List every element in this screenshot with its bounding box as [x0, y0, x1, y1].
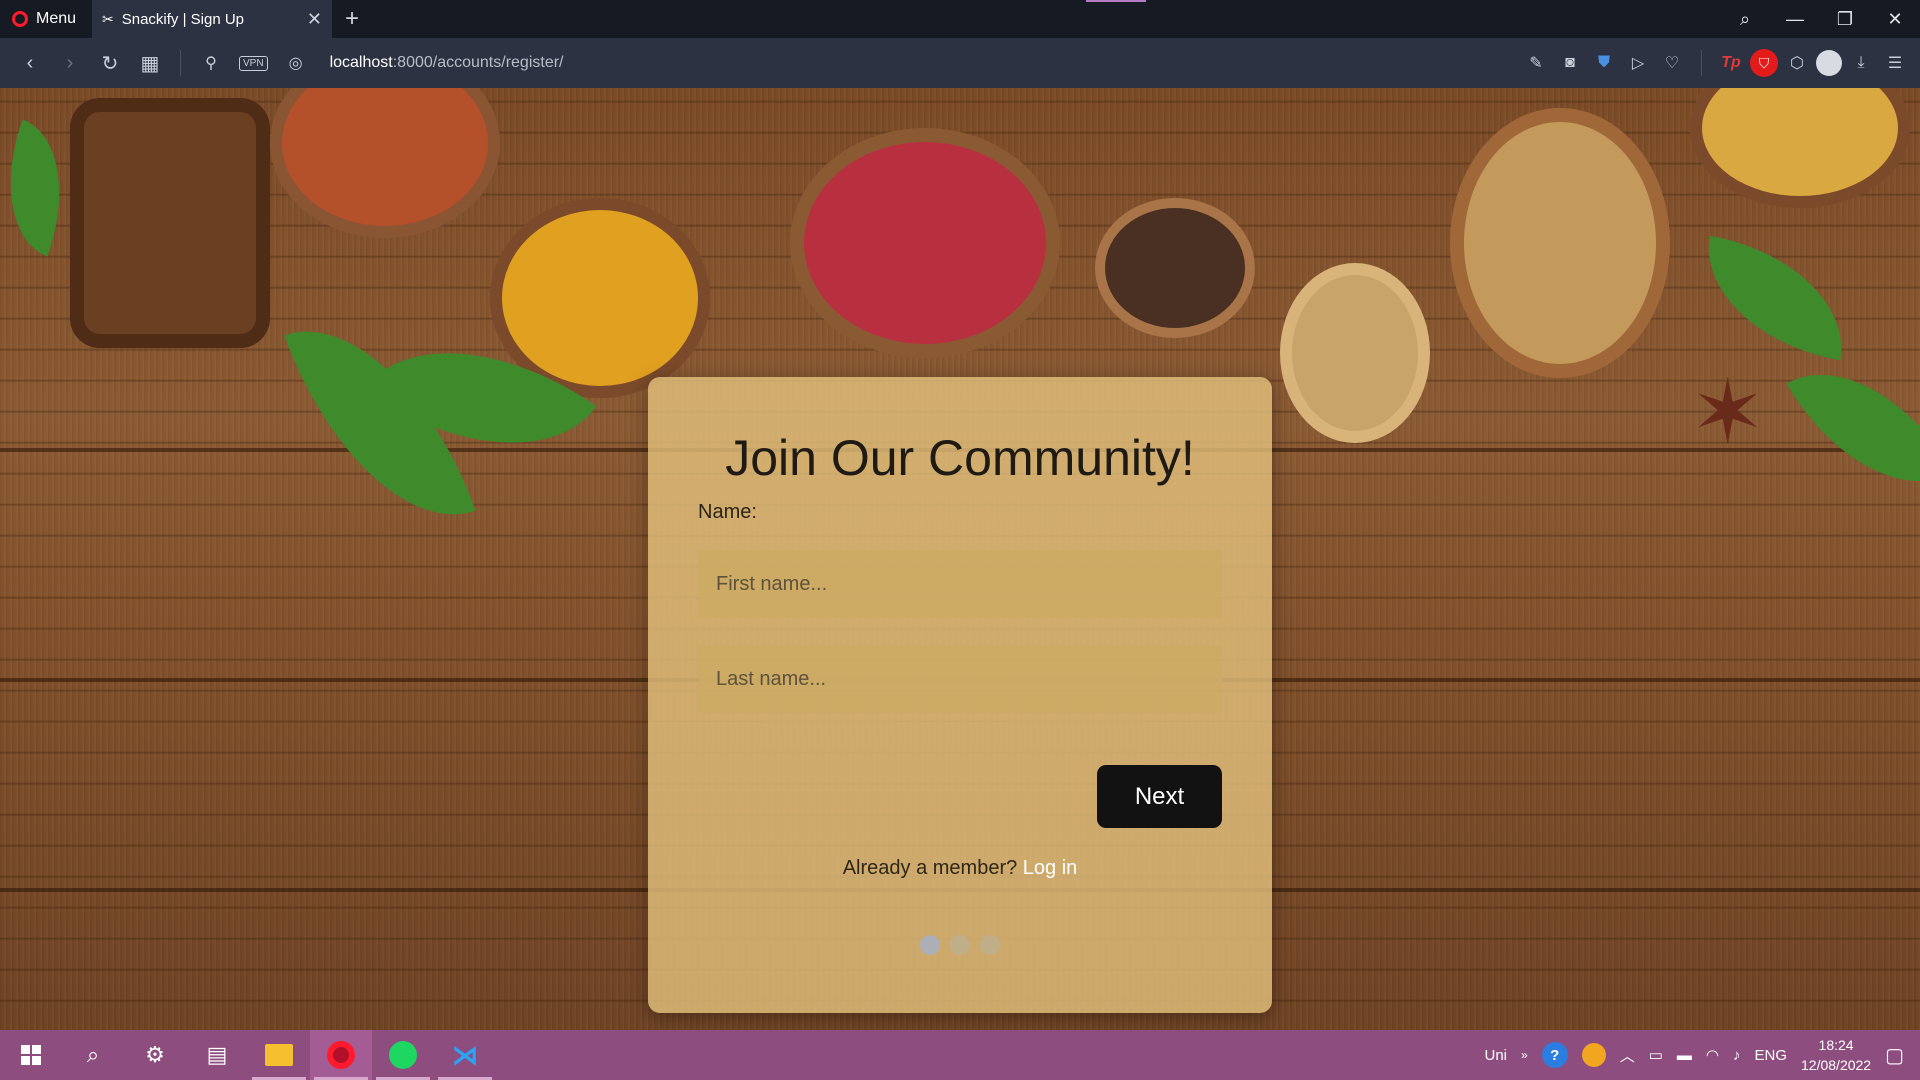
start-button[interactable]	[0, 1030, 62, 1080]
file-explorer-icon[interactable]	[248, 1030, 310, 1080]
notifications-icon[interactable]: ▢	[1885, 1043, 1904, 1068]
key-icon[interactable]: ⚲	[191, 53, 231, 73]
globe-icon[interactable]: ◎	[276, 53, 316, 73]
step-dot-1	[920, 935, 940, 955]
downloads-icon[interactable]: ⤓	[1846, 54, 1876, 72]
windows-logo-icon	[21, 1045, 41, 1065]
camera-icon[interactable]: ◙	[1555, 54, 1585, 72]
spice-spoon-coriander	[1450, 108, 1670, 378]
tab-grid-icon[interactable]: ▦	[130, 51, 170, 76]
tab-title: Snackify | Sign Up	[121, 10, 245, 28]
name-label: Name:	[698, 501, 757, 523]
page-background: ✶ Join Our Community! Name: Next Already…	[0, 88, 1920, 1030]
battery-icon[interactable]: ▬	[1677, 1047, 1692, 1064]
taskbar-clock[interactable]: 18:24 12/08/2022	[1801, 1035, 1871, 1075]
step-indicator	[920, 935, 1000, 955]
next-button[interactable]: Next	[1097, 765, 1222, 828]
forward-arrow-icon[interactable]: ›	[50, 52, 90, 75]
url-path: :8000/accounts/register/	[392, 54, 564, 71]
page-title: Join Our Community!	[725, 430, 1195, 486]
orange-app-icon[interactable]	[1581, 1043, 1606, 1067]
help-icon[interactable]: ?	[1541, 1042, 1568, 1068]
browser-search-icon[interactable]: ⌕	[1720, 9, 1770, 30]
signup-card: Join Our Community! Name: Next Already a…	[648, 377, 1272, 1013]
vscode-icon[interactable]: ⋊	[434, 1030, 496, 1080]
spice-bowl-paprika	[270, 88, 500, 238]
opera-browser-icon[interactable]	[310, 1030, 372, 1080]
reload-icon[interactable]: ↻	[90, 51, 130, 76]
clock-date: 12/08/2022	[1801, 1057, 1872, 1073]
volume-icon[interactable]: ♪	[1733, 1047, 1741, 1064]
tp-extension-icon[interactable]: Tp	[1716, 54, 1746, 72]
new-tab-button[interactable]: +	[332, 5, 372, 33]
basil-leaf	[1786, 333, 1920, 523]
tray-overflow-chevron-icon[interactable]: »	[1521, 1048, 1528, 1062]
browser-address-bar: ‹ › ↻ ▦ ⚲ VPN ◎ localhost:8000/accounts/…	[0, 38, 1920, 88]
send-icon[interactable]: ▷	[1623, 53, 1653, 73]
vpn-badge[interactable]: VPN	[239, 55, 268, 71]
show-hidden-icons-chevron-icon[interactable]: ︿	[1620, 1045, 1635, 1066]
toolbar-separator-right	[1701, 50, 1702, 76]
member-prompt-text: Already a member?	[842, 857, 1018, 879]
tab-strip-accent	[1086, 0, 1146, 2]
display-icon[interactable]: ▭	[1649, 1046, 1663, 1064]
first-name-input[interactable]	[698, 550, 1222, 618]
vscode-logo-icon: ⋊	[452, 1039, 478, 1070]
keyboard-short-label[interactable]: Uni	[1485, 1047, 1508, 1064]
minimize-button[interactable]: —	[1770, 9, 1820, 30]
spice-spoon-peppercorns	[790, 128, 1060, 358]
adblock-shield-icon[interactable]: ⛉	[1750, 49, 1778, 77]
restore-button[interactable]: ❐	[1820, 9, 1870, 30]
windows-taskbar: ⌕ ⚙ ▤ ⋊ Uni » ? ︿ ▭ ▬ ◠ ♪ ENG 18:24 12/0…	[0, 1030, 1920, 1080]
heart-icon[interactable]: ♡	[1657, 53, 1687, 73]
basil-leaf	[1692, 235, 1858, 361]
window-controls: ⌕ — ❐ ✕	[1720, 0, 1920, 38]
system-tray: Uni » ? ︿ ▭ ▬ ◠ ♪ ENG 18:24 12/08/2022 ▢	[1485, 1035, 1920, 1075]
back-arrow-icon[interactable]: ‹	[10, 52, 50, 75]
folder-icon	[265, 1044, 293, 1066]
clock-time: 18:24	[1818, 1037, 1854, 1053]
toolbar-separator	[180, 50, 181, 76]
spice-spoon-allspice	[1095, 198, 1255, 338]
spice-bowl-rosemary	[70, 98, 270, 348]
star-anise-icon: ✶	[1690, 363, 1766, 463]
toolbar-right-icons: ✎ ◙ ⛊ ▷ ♡ Tp ⛉ ⬡ ⤓ ☰	[1521, 49, 1910, 77]
spice-bowl-cumin	[1690, 88, 1910, 208]
snapshot-edit-icon[interactable]: ✎	[1521, 53, 1551, 73]
cube-extension-icon[interactable]: ⬡	[1782, 53, 1812, 73]
profile-avatar-icon[interactable]	[1816, 50, 1842, 76]
remote-desktop-icon[interactable]: ▤	[186, 1030, 248, 1080]
language-indicator[interactable]: ENG	[1755, 1047, 1788, 1064]
tab-close-icon[interactable]: ✕	[307, 9, 322, 30]
login-link[interactable]: Log in	[1023, 857, 1078, 879]
shield-check-icon[interactable]: ⛊	[1589, 54, 1619, 72]
taskbar-search-icon[interactable]: ⌕	[62, 1030, 124, 1080]
tab-strip-empty-area	[372, 0, 1720, 38]
settings-gear-icon[interactable]: ⚙	[124, 1030, 186, 1080]
menu-label: Menu	[36, 10, 77, 27]
easy-setup-icon[interactable]: ☰	[1880, 53, 1910, 73]
spotify-logo-icon	[389, 1041, 417, 1069]
login-prompt: Already a member? Log in	[648, 857, 1272, 880]
url-host: localhost	[329, 54, 393, 71]
browser-menu-button[interactable]: Menu	[0, 0, 92, 38]
step-dot-2	[950, 935, 970, 955]
close-window-button[interactable]: ✕	[1870, 9, 1920, 30]
opera-icon	[327, 1041, 355, 1069]
spotify-icon[interactable]	[372, 1030, 434, 1080]
tab-snackify-sign-up[interactable]: ✂ Snackify | Sign Up ✕	[92, 0, 332, 38]
step-dot-3	[980, 935, 1000, 955]
spice-spoon-mixed-pepper	[1280, 263, 1430, 443]
last-name-input[interactable]	[698, 645, 1222, 713]
wifi-icon[interactable]: ◠	[1706, 1046, 1719, 1064]
browser-tab-strip: Menu ✂ Snackify | Sign Up ✕ + ⌕ — ❐ ✕	[0, 0, 1920, 38]
url-field[interactable]: localhost:8000/accounts/register/	[330, 54, 1521, 72]
tab-favicon-icon: ✂	[102, 10, 114, 27]
opera-logo-icon	[12, 11, 28, 27]
